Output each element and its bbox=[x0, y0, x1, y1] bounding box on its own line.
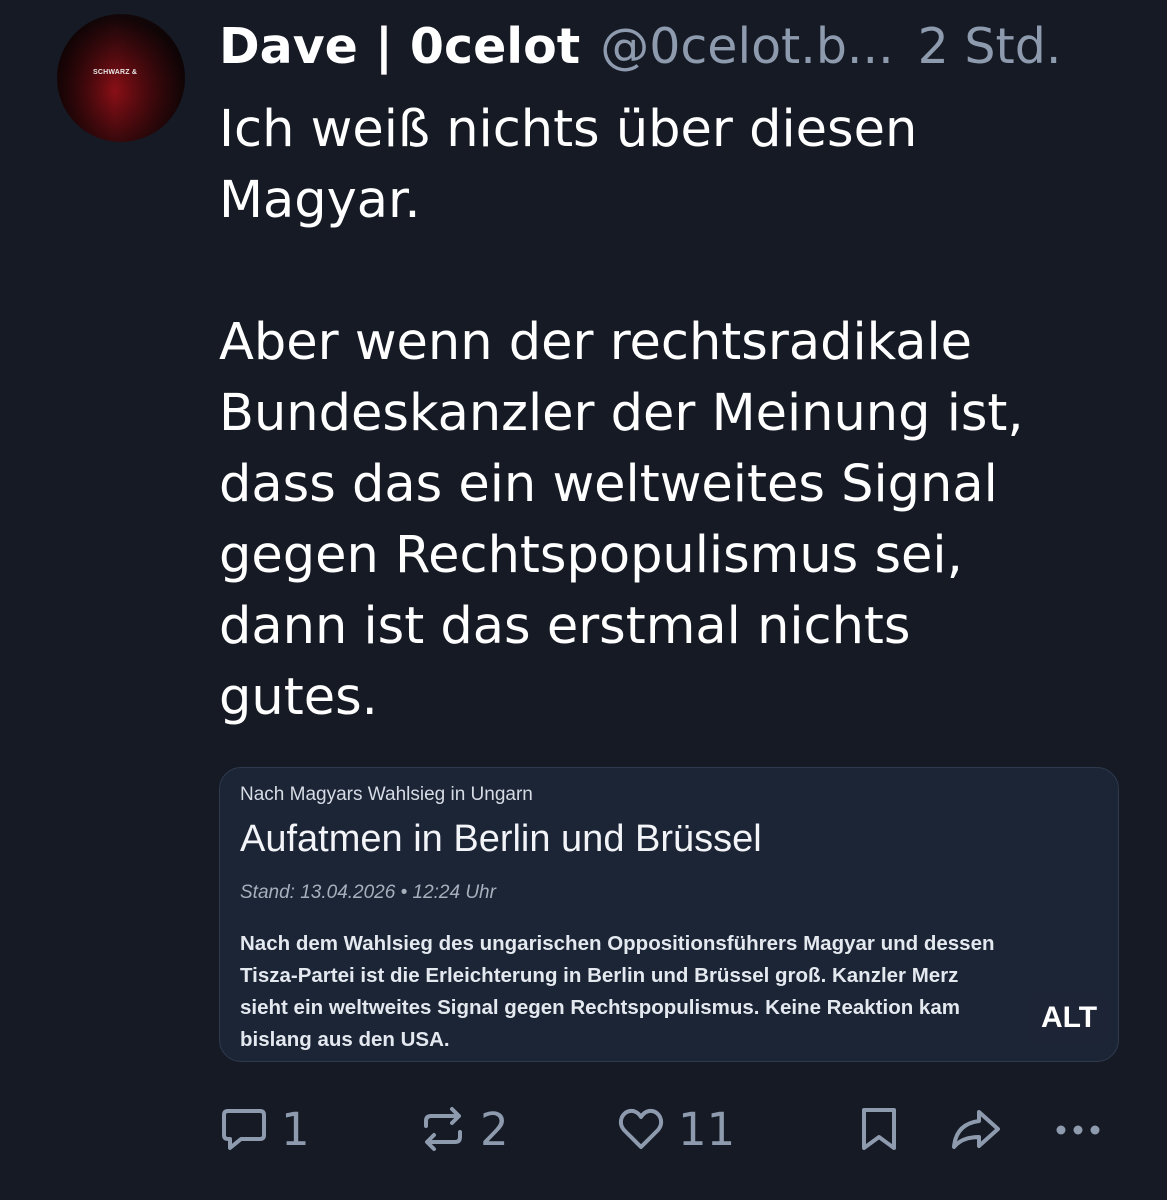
author-handle[interactable]: @0celot.b... bbox=[600, 17, 893, 77]
embed-body-line: bislang aus den USA. bbox=[240, 1028, 450, 1051]
share-button[interactable] bbox=[948, 1100, 1004, 1158]
repost-icon bbox=[418, 1104, 468, 1154]
post-timestamp[interactable]: 2 Std. bbox=[918, 17, 1062, 77]
embed-body: Nach dem Wahlsieg des ungarischen Opposi… bbox=[240, 928, 1100, 1056]
like-count: 11 bbox=[678, 1102, 736, 1156]
post-text-line: dass das ein weltweites Signal bbox=[219, 455, 998, 514]
post-text-line: Magyar. bbox=[219, 171, 421, 230]
post-text-line: Aber wenn der rechtsradikale bbox=[219, 313, 973, 372]
share-icon bbox=[948, 1104, 1004, 1154]
repost-button[interactable]: 2 bbox=[418, 1100, 509, 1158]
embedded-image[interactable]: Nach Magyars Wahlsieg in Ungarn Aufatmen… bbox=[219, 767, 1119, 1062]
post-text-line: Ich weiß nichts über diesen bbox=[219, 100, 918, 159]
more-options-button[interactable] bbox=[1053, 1100, 1103, 1158]
post-header: Dave | 0celot @0celot.b... 2 Std. bbox=[219, 17, 1061, 77]
avatar-shade bbox=[57, 14, 185, 142]
embed-body-line: sieht ein weltweites Signal gegen Rechts… bbox=[240, 996, 960, 1019]
post-text-line: Bundeskanzler der Meinung ist, bbox=[219, 384, 1024, 443]
repost-count: 2 bbox=[480, 1102, 509, 1156]
avatar-badge-text: SCHWARZ & bbox=[93, 69, 138, 76]
embed-body-line: Nach dem Wahlsieg des ungarischen Opposi… bbox=[240, 932, 995, 955]
bookmark-icon bbox=[856, 1104, 902, 1154]
embed-body-line: Tisza-Partei ist die Erleichterung in Be… bbox=[240, 964, 959, 987]
like-icon bbox=[616, 1104, 666, 1154]
author-display-name[interactable]: Dave | 0celot bbox=[219, 17, 580, 77]
reply-button[interactable]: 1 bbox=[219, 1100, 310, 1158]
embed-headline: Aufatmen in Berlin und Brüssel bbox=[240, 818, 762, 860]
post-text-line: gutes. bbox=[219, 668, 378, 727]
bookmark-button[interactable] bbox=[856, 1100, 902, 1158]
more-icon bbox=[1053, 1104, 1103, 1154]
embed-stand: Stand: 13.04.2026 • 12:24 Uhr bbox=[240, 882, 496, 903]
reply-icon bbox=[219, 1104, 269, 1154]
reply-count: 1 bbox=[281, 1102, 310, 1156]
post-text: Ich weiß nichts über diesen Magyar. Aber… bbox=[219, 94, 1149, 733]
like-button[interactable]: 11 bbox=[616, 1100, 735, 1158]
avatar[interactable]: SCHWARZ & bbox=[57, 14, 185, 142]
alt-text-button[interactable]: ALT bbox=[1028, 993, 1110, 1043]
post-text-line: dann ist das erstmal nichts bbox=[219, 597, 911, 656]
embed-kicker: Nach Magyars Wahlsieg in Ungarn bbox=[240, 784, 533, 805]
post-text-line: gegen Rechtspopulismus sei, bbox=[219, 526, 963, 585]
